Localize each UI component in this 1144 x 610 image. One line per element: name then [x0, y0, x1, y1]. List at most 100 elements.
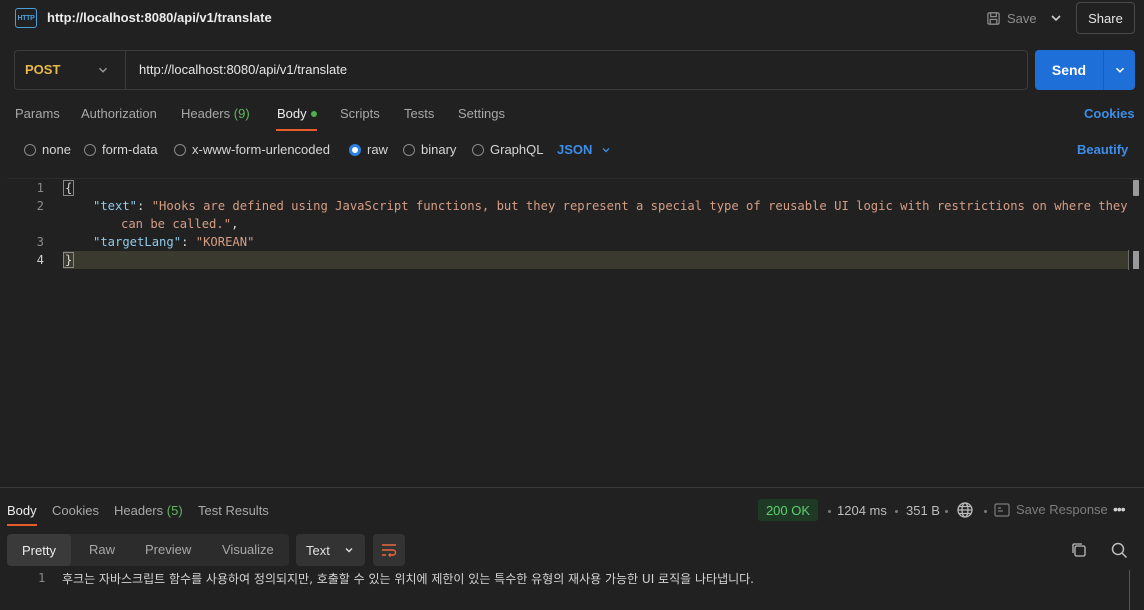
send-options-button[interactable] — [1103, 50, 1135, 90]
share-button[interactable]: Share — [1076, 2, 1135, 34]
send-button[interactable]: Send — [1035, 50, 1103, 90]
radio-graphql[interactable]: GraphQL — [472, 142, 543, 157]
radio-label: form-data — [102, 142, 158, 157]
line-number: 3 — [36, 235, 44, 249]
radio-label: none — [42, 142, 71, 157]
line-number: 1 — [38, 571, 46, 585]
save-response-icon — [994, 502, 1010, 517]
save-button[interactable]: Save — [986, 8, 1037, 28]
separator-dot — [945, 510, 948, 513]
json-value: "Hooks are defined using JavaScript func… — [151, 199, 1128, 213]
radio-label: GraphQL — [490, 142, 544, 157]
active-tab-underline — [7, 524, 37, 526]
chevron-down-icon[interactable] — [96, 63, 110, 77]
response-tab-headers[interactable]: Headers (5) — [114, 503, 183, 518]
current-line-highlight — [63, 251, 1129, 269]
radio-none[interactable]: none — [24, 142, 71, 157]
json-value: "KOREAN" — [195, 235, 255, 249]
close-brace: } — [63, 252, 75, 268]
radio-label: x-www-form-urlencoded — [192, 142, 330, 157]
response-tab-test-results[interactable]: Test Results — [198, 503, 269, 518]
view-preview[interactable]: Preview — [145, 542, 191, 557]
code-line-3: "targetLang": "KOREAN" — [93, 235, 255, 249]
wrap-lines-icon — [382, 544, 397, 557]
chevron-down-icon — [1115, 67, 1124, 73]
radio-circle-selected — [349, 143, 361, 156]
response-format-label: Text — [306, 542, 330, 558]
line-number: 4 — [36, 253, 44, 267]
response-headers-count: (5) — [166, 503, 183, 518]
line-number: 1 — [36, 181, 44, 195]
url-input[interactable]: http://localhost:8080/api/v1/translate — [139, 62, 347, 77]
cookies-link[interactable]: Cookies — [1084, 106, 1135, 121]
code-line-2-wrap: can be called.", — [121, 217, 239, 231]
tab-scripts[interactable]: Scripts — [340, 106, 380, 121]
format-select[interactable]: JSON — [557, 142, 612, 157]
copy-icon[interactable] — [1070, 541, 1088, 559]
view-raw[interactable]: Raw — [89, 542, 115, 557]
chevron-down-icon[interactable] — [1048, 10, 1064, 26]
radio-urlencoded[interactable]: x-www-form-urlencoded — [174, 142, 330, 157]
radio-circle — [403, 143, 415, 156]
http-request-icon: HTTP — [15, 8, 37, 28]
chevron-down-icon — [602, 147, 610, 152]
editor-scrollbar[interactable] — [1133, 180, 1139, 196]
more-options-icon[interactable]: ••• — [1113, 501, 1126, 517]
search-icon[interactable] — [1110, 541, 1128, 559]
tab-headers[interactable]: Headers (9) — [181, 106, 250, 121]
beautify-button[interactable]: Beautify — [1077, 142, 1128, 157]
tab-settings[interactable]: Settings — [458, 106, 505, 121]
response-scrollbar[interactable] — [1129, 570, 1130, 610]
status-badge[interactable]: 200 OK — [758, 499, 818, 521]
json-key: "targetLang" — [93, 235, 182, 249]
save-response-label: Save Response — [1016, 502, 1108, 517]
view-pretty[interactable]: Pretty — [7, 534, 71, 566]
save-label: Save — [1007, 10, 1037, 26]
separator-dot — [984, 510, 987, 513]
scroll-marker-current — [1133, 251, 1139, 269]
response-tab-headers-label: Headers — [114, 503, 164, 518]
save-response-button[interactable]: Save Response — [994, 502, 1108, 517]
json-value: can be called." — [121, 217, 232, 231]
tab-params[interactable]: Params — [15, 106, 60, 121]
method-select[interactable]: POST — [25, 62, 60, 77]
globe-icon[interactable] — [956, 501, 974, 519]
code-line-2: "text": "Hooks are defined using JavaScr… — [93, 199, 1128, 213]
body-indicator-dot — [310, 110, 317, 117]
line-number: 2 — [36, 199, 44, 213]
response-divider[interactable] — [0, 487, 1144, 488]
response-tab-cookies[interactable]: Cookies — [52, 503, 99, 518]
response-body-text[interactable]: 후크는 자바스크립트 함수를 사용하여 정의되지만, 호출할 수 있는 위치에 … — [62, 570, 754, 587]
format-label: JSON — [557, 142, 593, 157]
view-visualize[interactable]: Visualize — [222, 542, 274, 557]
response-format-select[interactable]: Text — [296, 534, 365, 566]
tab-body[interactable]: Body — [277, 106, 317, 121]
radio-binary[interactable]: binary — [403, 142, 456, 157]
radio-circle — [24, 143, 36, 156]
chevron-down-icon — [345, 548, 353, 553]
wrap-lines-button[interactable] — [373, 534, 405, 566]
scroll-marker — [1128, 250, 1129, 270]
radio-label: binary — [421, 142, 457, 157]
radio-raw[interactable]: raw — [349, 142, 388, 157]
save-icon — [987, 11, 1000, 25]
separator-dot — [828, 510, 831, 513]
radio-circle — [472, 143, 484, 156]
response-tab-body[interactable]: Body — [7, 503, 37, 518]
tab-body-label: Body — [277, 106, 307, 121]
radio-label: raw — [367, 142, 388, 157]
json-key: "text" — [93, 199, 138, 213]
separator-dot — [895, 510, 898, 513]
radio-form-data[interactable]: form-data — [84, 142, 158, 157]
radio-circle — [84, 143, 96, 156]
response-time[interactable]: 1204 ms — [837, 503, 887, 518]
tab-authorization[interactable]: Authorization — [81, 106, 157, 121]
tab-headers-label: Headers — [181, 106, 231, 121]
response-size[interactable]: 351 B — [906, 503, 940, 518]
request-title[interactable]: http://localhost:8080/api/v1/translate — [47, 10, 272, 25]
radio-circle — [174, 143, 186, 156]
open-brace: { — [63, 180, 75, 196]
tab-tests[interactable]: Tests — [404, 106, 434, 121]
divider — [125, 51, 126, 89]
headers-count: (9) — [233, 106, 250, 121]
